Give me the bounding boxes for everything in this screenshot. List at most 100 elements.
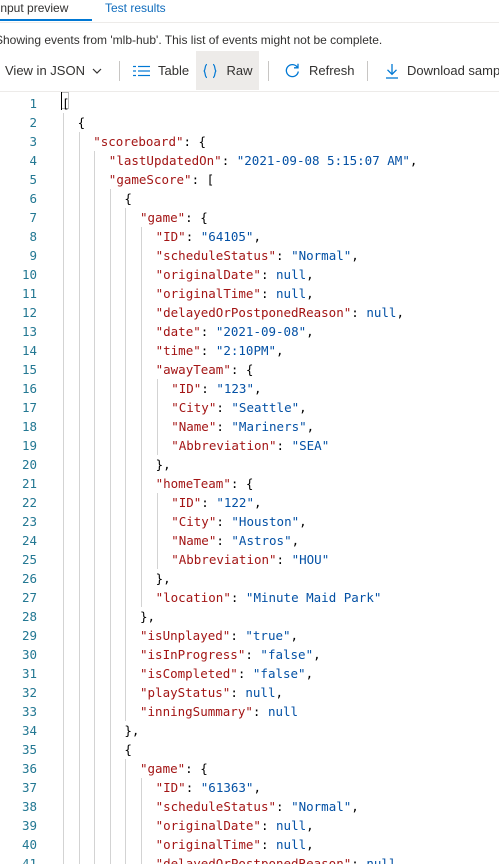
line-number: 13 bbox=[21, 324, 37, 339]
code-text: "scoreboard": { bbox=[93, 132, 206, 151]
code-line: 9 "scheduleStatus": "Normal", bbox=[0, 246, 499, 265]
code-text: "date": "2021-09-08", bbox=[156, 322, 314, 341]
indent-guide bbox=[156, 493, 158, 569]
refresh-button[interactable]: Refresh bbox=[284, 51, 355, 90]
code-line: 22 "ID": "122", bbox=[0, 493, 499, 512]
json-punctuation: }, bbox=[140, 609, 156, 624]
json-punctuation: : bbox=[185, 780, 201, 795]
json-punctuation: : bbox=[252, 704, 268, 719]
json-value: null bbox=[276, 837, 307, 852]
line-number: 8 bbox=[29, 229, 37, 244]
json-punctuation: : bbox=[276, 438, 292, 453]
line-number: 30 bbox=[21, 647, 37, 662]
json-value: "Normal" bbox=[291, 799, 352, 814]
json-punctuation: : bbox=[201, 495, 217, 510]
indent-guide bbox=[125, 208, 127, 721]
json-punctuation: : bbox=[230, 590, 246, 605]
chevron-down-icon bbox=[92, 68, 102, 74]
code-line: 4 "lastUpdatedOn": "2021-09-08 5:15:07 AM… bbox=[0, 151, 499, 170]
json-key: "gameScore" bbox=[108, 172, 192, 187]
json-punctuation: : bbox=[230, 628, 246, 643]
table-view-label: Table bbox=[158, 63, 190, 78]
code-text: "Name": "Astros", bbox=[171, 531, 299, 550]
json-key: "scoreboard" bbox=[93, 134, 184, 149]
code-line: 28}, bbox=[0, 607, 499, 626]
raw-view-button[interactable]: Raw bbox=[196, 51, 259, 90]
json-punctuation: }, bbox=[155, 457, 171, 472]
json-punctuation: , bbox=[306, 267, 314, 282]
active-tab-indicator bbox=[0, 19, 92, 21]
json-value: "64105" bbox=[200, 229, 254, 244]
line-number: 31 bbox=[21, 666, 37, 681]
line-number: 37 bbox=[21, 780, 37, 795]
code-line: 29 "isUnplayed": "true", bbox=[0, 626, 499, 645]
json-punctuation: , bbox=[254, 381, 262, 396]
code-text: { bbox=[78, 113, 86, 132]
json-key: "Abbreviation" bbox=[171, 438, 277, 453]
json-punctuation: [ bbox=[62, 96, 70, 111]
code-line: 34}, bbox=[0, 721, 499, 740]
code-text: }, bbox=[140, 607, 155, 626]
code-text: "Name": "Mariners", bbox=[171, 417, 314, 436]
json-punctuation: , bbox=[275, 685, 284, 700]
code-text: "delayedOrPostponedReason": null, bbox=[156, 854, 404, 864]
json-key: "ID" bbox=[155, 229, 186, 244]
json-value: "Minute Maid Park" bbox=[245, 590, 382, 605]
json-value: "Astros" bbox=[231, 533, 292, 548]
json-punctuation: , bbox=[254, 495, 262, 510]
refresh-icon bbox=[285, 63, 299, 78]
json-value: null bbox=[276, 818, 307, 833]
code-text: "homeTeam": { bbox=[156, 474, 254, 493]
json-punctuation: , bbox=[290, 628, 299, 643]
line-number: 16 bbox=[21, 381, 37, 396]
json-key: "Name" bbox=[171, 419, 217, 434]
json-punctuation: { bbox=[77, 115, 86, 130]
json-punctuation: : bbox=[276, 552, 292, 567]
events-notice: Showing events from 'mlb-hub'. This list… bbox=[0, 33, 383, 47]
line-number: 4 bbox=[29, 153, 37, 168]
line-number: 11 bbox=[21, 286, 37, 301]
line-number: 1 bbox=[29, 96, 37, 111]
json-key: "game" bbox=[140, 210, 186, 225]
code-line: 1[ bbox=[0, 94, 499, 113]
code-line: 27 "location": "Minute Maid Park" bbox=[0, 588, 499, 607]
toolbar-separator bbox=[268, 61, 269, 81]
code-line: 14 "time": "2:10PM", bbox=[0, 341, 499, 360]
json-key: "Name" bbox=[171, 533, 217, 548]
json-value: "2:10PM" bbox=[215, 343, 277, 358]
json-key: "time" bbox=[155, 343, 201, 358]
indent-guide bbox=[63, 113, 64, 864]
indent-guide bbox=[94, 151, 96, 864]
json-key: "delayedOrPostponedReason" bbox=[155, 856, 352, 864]
download-sample-button[interactable]: Download samp bbox=[385, 51, 499, 90]
code-line: 13 "date": "2021-09-08", bbox=[0, 322, 499, 341]
json-punctuation: , bbox=[306, 324, 314, 339]
tab-test-results[interactable]: Test results bbox=[105, 0, 166, 16]
json-punctuation: : bbox=[221, 153, 237, 168]
json-punctuation: , bbox=[253, 780, 261, 795]
view-format-dropdown[interactable]: View in JSON bbox=[5, 51, 103, 90]
code-line: 2{ bbox=[0, 113, 499, 132]
code-text: "scheduleStatus": "Normal", bbox=[156, 246, 359, 265]
code-line: 21 "homeTeam": { bbox=[0, 474, 499, 493]
tab-input-preview[interactable]: Input preview bbox=[0, 0, 68, 16]
json-key: "isInProgress" bbox=[140, 647, 246, 662]
code-text: "ID": "64105", bbox=[156, 227, 261, 246]
json-punctuation: , bbox=[305, 666, 314, 681]
json-key: "isCompleted" bbox=[140, 666, 238, 681]
line-number: 24 bbox=[21, 533, 37, 548]
table-view-button[interactable]: Table bbox=[133, 51, 189, 90]
json-key: "originalTime" bbox=[155, 286, 261, 301]
json-editor[interactable]: 1[2{3 "scoreboard": {4 "lastUpdatedOn": "2… bbox=[0, 91, 499, 864]
code-text: "originalTime": null, bbox=[156, 835, 314, 854]
code-text: "originalDate": null, bbox=[156, 265, 314, 284]
line-number: 12 bbox=[21, 305, 37, 320]
json-value: null bbox=[366, 856, 397, 864]
json-punctuation: : bbox=[200, 324, 216, 339]
code-text: "game": { bbox=[140, 208, 208, 227]
code-text: "inningSummary": null bbox=[140, 702, 298, 721]
code-text: "location": "Minute Maid Park" bbox=[156, 588, 382, 607]
json-punctuation: , bbox=[306, 419, 315, 434]
code-line: 41 "delayedOrPostponedReason": null, bbox=[0, 854, 499, 864]
json-value: null bbox=[366, 305, 397, 320]
